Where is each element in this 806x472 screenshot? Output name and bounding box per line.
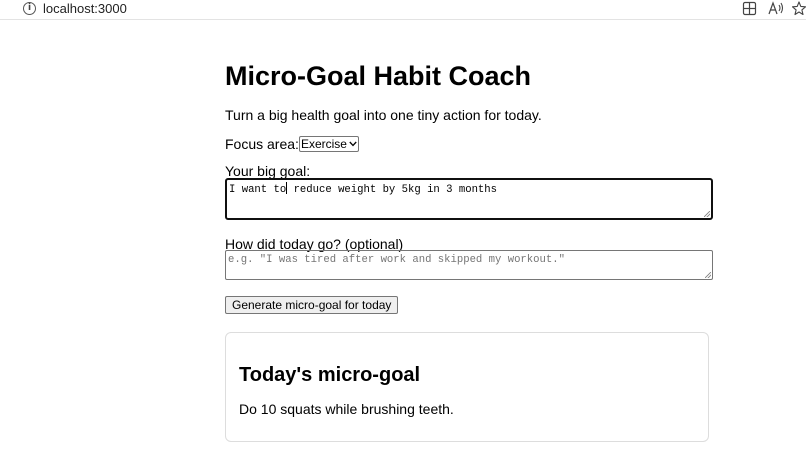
resize-grip-icon[interactable] <box>704 211 710 217</box>
chevron-down-icon <box>349 135 357 153</box>
focus-area-label: Focus area: <box>225 136 299 152</box>
info-icon[interactable]: i <box>23 2 36 15</box>
big-goal-text-after-caret: reduce weight by 5kg in 3 months <box>287 184 498 196</box>
today-reflection-placeholder: e.g. "I was tired after work and skipped… <box>228 254 565 266</box>
main-content: Micro-Goal Habit Coach Turn a big health… <box>225 58 713 442</box>
focus-area-row: Focus area: Exercise <box>225 135 359 153</box>
split-screen-icon[interactable] <box>742 1 758 17</box>
result-micro-goal-text: Do 10 squats while brushing teeth. <box>239 401 454 417</box>
today-reflection-textarea[interactable]: e.g. "I was tired after work and skipped… <box>225 250 713 280</box>
read-aloud-icon[interactable] <box>768 1 784 17</box>
favorite-star-icon[interactable] <box>792 1 806 17</box>
generate-micro-goal-button[interactable]: Generate micro-goal for today <box>225 296 399 314</box>
focus-area-select[interactable]: Exercise <box>298 135 359 153</box>
resize-grip-icon[interactable] <box>705 272 711 278</box>
browser-address-bar: i localhost:3000 <box>0 0 806 20</box>
big-goal-text-before-caret: I want to <box>229 184 287 196</box>
big-goal-textarea[interactable]: I want to reduce weight by 5kg in 3 mont… <box>225 178 713 220</box>
result-title: Today's micro-goal <box>239 364 421 386</box>
url-text[interactable]: localhost:3000 <box>43 1 127 17</box>
focus-area-selected-value: Exercise <box>300 137 347 151</box>
page-title: Micro-Goal Habit Coach <box>225 61 532 91</box>
big-goal-label: Your big goal: <box>225 163 311 179</box>
micro-goal-result-card: Today's micro-goal Do 10 squats while br… <box>225 332 709 442</box>
page-subtitle: Turn a big health goal into one tiny act… <box>225 107 542 123</box>
